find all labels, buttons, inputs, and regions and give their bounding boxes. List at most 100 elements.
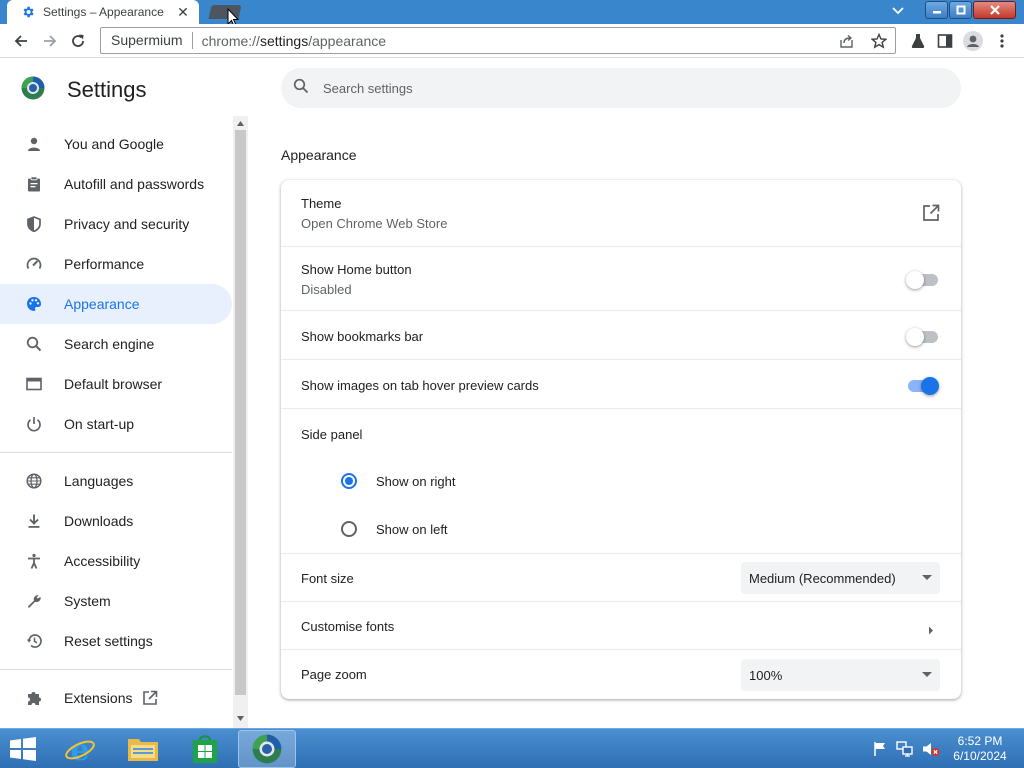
sidebar-item-search-engine[interactable]: Search engine: [0, 324, 232, 364]
clock-date: 6/10/2024: [953, 749, 1007, 763]
sidebar-item-system[interactable]: System: [0, 581, 232, 621]
bookmarks-bar-row[interactable]: Show bookmarks bar: [281, 310, 961, 360]
customise-fonts-label: Customise fonts: [301, 619, 395, 634]
open-in-new-icon[interactable]: [922, 204, 940, 227]
share-icon[interactable]: [831, 29, 863, 53]
tab-settings-appearance[interactable]: Settings – Appearance ✕: [7, 0, 199, 24]
side-panel-right-radio[interactable]: [341, 473, 357, 489]
labs-flask-icon[interactable]: [906, 29, 930, 53]
accessibility-icon: [24, 551, 44, 571]
sidebar-item-privacy[interactable]: Privacy and security: [0, 204, 232, 244]
speedometer-icon: [24, 254, 44, 274]
sidebar-divider: [0, 452, 232, 453]
profile-avatar-icon[interactable]: [961, 29, 985, 53]
page-zoom-row: Page zoom 100%: [281, 649, 961, 699]
sidebar-item-appearance[interactable]: Appearance: [0, 284, 232, 324]
sidebar-item-reset-settings[interactable]: Reset settings: [0, 621, 232, 661]
theme-sublabel: Open Chrome Web Store: [301, 216, 448, 231]
back-arrow-icon[interactable]: [9, 29, 33, 53]
volume-muted-icon[interactable]: [922, 741, 940, 762]
window-title-bar: Settings – Appearance ✕: [0, 0, 1024, 27]
url-text[interactable]: chrome://settings/appearance: [193, 33, 831, 49]
system-tray: [872, 741, 940, 762]
section-title: Appearance: [281, 147, 357, 163]
reload-icon[interactable]: [66, 29, 90, 53]
sidebar-item-performance[interactable]: Performance: [0, 244, 232, 284]
bookmarks-bar-label: Show bookmarks bar: [301, 329, 424, 344]
scroll-up-arrow-icon[interactable]: [236, 119, 245, 128]
sidebar-item-default-browser[interactable]: Default browser: [0, 364, 232, 404]
search-input[interactable]: [323, 80, 923, 96]
supermium-logo-icon: [21, 76, 45, 105]
dropdown-caret-icon: [922, 672, 932, 677]
shield-icon: [24, 214, 44, 234]
sidebar-item-on-startup[interactable]: On start-up: [0, 404, 232, 444]
minimize-button[interactable]: [925, 1, 948, 19]
search-settings-box[interactable]: [281, 68, 961, 108]
puzzle-icon: [24, 688, 44, 708]
globe-icon: [24, 471, 44, 491]
home-button-toggle[interactable]: [906, 271, 940, 289]
sidebar-item-downloads[interactable]: Downloads: [0, 501, 232, 541]
network-icon[interactable]: [896, 741, 914, 762]
palette-icon: [24, 294, 44, 314]
address-bar[interactable]: Supermium chrome://settings/appearance: [100, 27, 896, 54]
wrench-icon: [24, 591, 44, 611]
scroll-down-arrow-icon[interactable]: [236, 714, 245, 723]
windows-start-icon[interactable]: [8, 737, 38, 766]
font-size-select[interactable]: Medium (Recommended): [741, 562, 940, 594]
maximize-button[interactable]: [949, 1, 972, 19]
search-icon: [293, 78, 309, 99]
close-window-button[interactable]: [973, 1, 1016, 19]
menu-kebab-icon[interactable]: [990, 29, 1014, 53]
side-panel-icon[interactable]: [933, 29, 957, 53]
chevron-right-icon: [928, 622, 934, 640]
supermium-taskbar-icon[interactable]: [238, 730, 296, 768]
sidebar-item-autofill[interactable]: Autofill and passwords: [0, 164, 232, 204]
browser-window-icon: [24, 374, 44, 394]
appearance-card: Theme Open Chrome Web Store Show Home bu…: [281, 180, 961, 699]
sidebar-item-extensions[interactable]: Extensions: [0, 678, 232, 718]
side-panel-left-radio[interactable]: [341, 521, 357, 537]
hover-preview-toggle[interactable]: [906, 377, 940, 395]
browser-toolbar: Supermium chrome://settings/appearance: [0, 24, 1024, 58]
side-panel-right-label[interactable]: Show on right: [376, 474, 456, 489]
tab-title: Settings – Appearance: [43, 5, 164, 19]
dropdown-caret-icon: [922, 575, 932, 580]
sidebar-divider: [0, 669, 232, 670]
forward-arrow-icon[interactable]: [38, 29, 62, 53]
sidebar-item-languages[interactable]: Languages: [0, 461, 232, 501]
page-title: Settings: [67, 77, 147, 102]
page-zoom-select[interactable]: 100%: [741, 659, 940, 691]
side-panel-label: Side panel: [301, 427, 363, 442]
bookmarks-bar-toggle[interactable]: [906, 328, 940, 346]
windows-taskbar: e 6:52 PM 6/10/2024: [0, 728, 1024, 768]
tab-close-icon[interactable]: ✕: [173, 2, 193, 22]
sidebar-item-you-and-google[interactable]: You and Google: [0, 124, 232, 164]
customise-fonts-row[interactable]: Customise fonts: [281, 601, 961, 650]
bookmark-star-icon[interactable]: [863, 29, 895, 53]
search-icon: [24, 334, 44, 354]
internet-explorer-icon[interactable]: e: [51, 730, 109, 768]
file-explorer-icon[interactable]: [114, 730, 172, 768]
site-chip[interactable]: Supermium: [101, 32, 193, 49]
home-button-row[interactable]: Show Home button Disabled: [281, 246, 961, 310]
gear-icon: [21, 5, 35, 19]
scrollbar-thumb[interactable]: [235, 130, 246, 695]
svg-text:e: e: [70, 733, 89, 765]
theme-row[interactable]: Theme Open Chrome Web Store: [281, 180, 961, 246]
history-icon: [24, 631, 44, 651]
download-icon: [24, 511, 44, 531]
clock-time: 6:52 PM: [957, 734, 1003, 748]
taskbar-clock[interactable]: 6:52 PM 6/10/2024: [944, 734, 1016, 764]
sidebar-item-accessibility[interactable]: Accessibility: [0, 541, 232, 581]
tab-search-chevron-icon[interactable]: [890, 2, 906, 20]
person-icon: [24, 134, 44, 154]
sidebar-scrollbar[interactable]: [233, 116, 248, 728]
windows-store-icon[interactable]: [176, 730, 234, 768]
hover-preview-label: Show images on tab hover preview cards: [301, 378, 539, 393]
font-size-row: Font size Medium (Recommended): [281, 553, 961, 602]
action-center-flag-icon[interactable]: [872, 741, 888, 762]
hover-preview-row[interactable]: Show images on tab hover preview cards: [281, 359, 961, 409]
side-panel-left-label[interactable]: Show on left: [376, 522, 448, 537]
